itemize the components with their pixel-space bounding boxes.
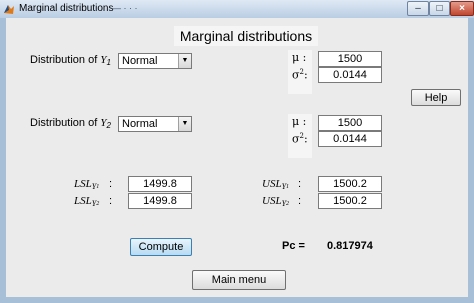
label-prefix: Distribution of [30, 54, 101, 66]
usl-text: USL [262, 178, 282, 190]
usl-y1-colon: : [298, 178, 302, 190]
y1-mu-label: μ : [292, 51, 307, 64]
pc-label: Pc = [282, 240, 305, 252]
lsl-subsub: 1 [96, 184, 100, 190]
usl-subsub: 1 [286, 184, 290, 190]
minimize-button[interactable]: – [407, 1, 429, 16]
lsl-text: LSL [74, 178, 92, 190]
label-prefix: Distribution of [30, 117, 101, 129]
usl-subsub: 2 [286, 201, 290, 207]
sigma-symbol: σ [292, 68, 300, 82]
lsl-subsub: 2 [96, 201, 100, 207]
sigma-colon: : [303, 132, 308, 146]
window-frame-right [468, 18, 474, 303]
usl-y2-label: USLY2 [262, 195, 289, 208]
usl-y1-label: USLY1 [262, 178, 289, 191]
y1-sigma2-input[interactable]: 0.0144 [318, 67, 382, 83]
y2-mu-label: μ : [292, 115, 307, 128]
maximize-button[interactable]: □ [429, 1, 450, 16]
usl-y1-input[interactable]: 1500.2 [318, 176, 382, 192]
window-frame-bottom [0, 297, 474, 303]
usl-y2-colon: : [298, 195, 302, 207]
lsl-y2-colon: : [109, 195, 113, 207]
pc-value: 0.817974 [327, 240, 373, 252]
lsl-y1-input[interactable]: 1499.8 [128, 176, 192, 192]
help-button[interactable]: Help [411, 89, 461, 106]
y2-distribution-value: Normal [122, 118, 158, 130]
y1-mu-input[interactable]: 1500 [318, 51, 382, 67]
y2-sigma2-input[interactable]: 0.0144 [318, 131, 382, 147]
compute-button[interactable]: Compute [130, 238, 192, 256]
window-title-extra: — · · · [112, 3, 138, 13]
y2-sigma-label: σ2: [292, 132, 308, 146]
chevron-down-icon[interactable]: ▼ [178, 54, 191, 68]
y2-distribution-select[interactable]: Normal ▼ [118, 116, 192, 132]
close-button[interactable]: × [450, 1, 474, 16]
usl-y2-input[interactable]: 1500.2 [318, 193, 382, 209]
y1-distribution-value: Normal [122, 55, 158, 67]
sigma-colon: : [303, 68, 308, 82]
y1-distribution-select[interactable]: Normal ▼ [118, 53, 192, 69]
y1-sub: 1 [106, 58, 111, 67]
matlab-logo-icon [4, 5, 14, 14]
y2-mu-input[interactable]: 1500 [318, 115, 382, 131]
lsl-y2-input[interactable]: 1499.8 [128, 193, 192, 209]
sigma-symbol: σ [292, 132, 300, 146]
y2-distribution-label: Distribution of Y2 [30, 117, 111, 130]
panel-heading: Marginal distributions [174, 26, 318, 46]
lsl-y1-colon: : [109, 178, 113, 190]
lsl-text: LSL [74, 195, 92, 207]
window-title: Marginal distributions [19, 3, 114, 14]
chevron-down-icon[interactable]: ▼ [178, 117, 191, 131]
y1-distribution-label: Distribution of Y1 [30, 54, 111, 67]
lsl-y2-label: LSLY2 [74, 195, 99, 208]
usl-text: USL [262, 195, 282, 207]
lsl-y1-label: LSLY1 [74, 178, 99, 191]
y2-sub: 2 [106, 121, 111, 130]
title-bar[interactable]: Marginal distributions — · · · – □ × [0, 0, 474, 19]
main-menu-button[interactable]: Main menu [192, 270, 286, 290]
y1-sigma-label: σ2: [292, 68, 308, 82]
